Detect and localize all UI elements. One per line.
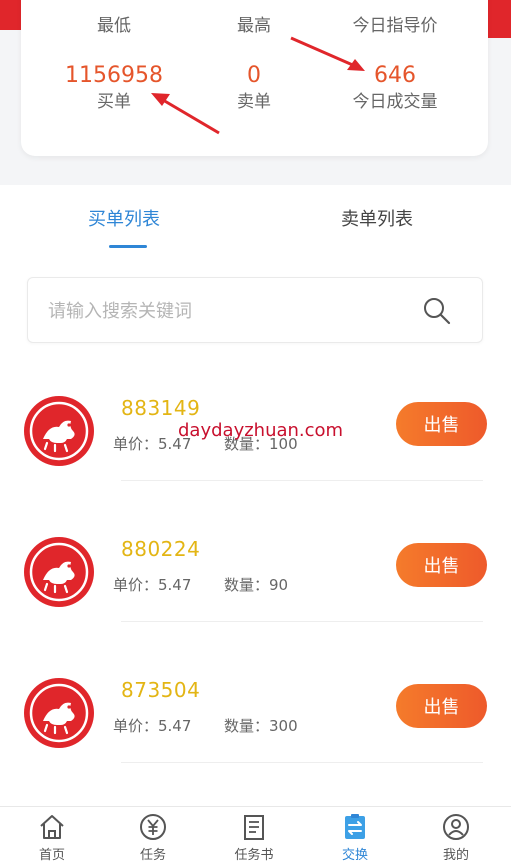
header-red-corner-right <box>487 0 511 38</box>
sell-count: 0 <box>247 63 261 88</box>
order-row: 880224 单价：5.47 数量：90 出售 <box>0 521 511 661</box>
watermark-text: daydayzhuan.com <box>178 420 344 441</box>
sell-button[interactable]: 出售 <box>396 684 487 728</box>
sell-button[interactable]: 出售 <box>396 402 487 446</box>
volume-label: 今日成交量 <box>352 92 438 112</box>
guide-price-label: 今日指导价 <box>352 16 438 36</box>
tab-sell-list[interactable]: 卖单列表 <box>341 205 413 231</box>
tabbar-label: 首页 <box>38 848 65 863</box>
search-input[interactable] <box>48 294 408 328</box>
tabbar-label: 我的 <box>442 848 469 863</box>
qilin-logo-icon <box>24 678 94 748</box>
row-divider <box>121 621 483 622</box>
order-code: 883149 <box>121 396 201 420</box>
stats-card: 最低 最高 今日指导价 1156958 买单 0 卖单 646 今日成交量 <box>21 0 488 156</box>
order-price: 单价：5.47 <box>113 717 192 735</box>
tabbar-label: 交换 <box>341 848 368 863</box>
order-row: 873504 单价：5.47 数量：300 出售 <box>0 662 511 802</box>
qilin-logo-icon <box>24 396 94 466</box>
tabbar-item-mine[interactable]: 我的 <box>416 807 496 864</box>
row-divider <box>121 762 483 763</box>
order-code: 880224 <box>121 537 201 561</box>
order-row: 883149 单价：5.47 数量：100 出售 <box>0 380 511 520</box>
order-price: 单价：5.47 <box>113 576 192 594</box>
tab-buy-list[interactable]: 买单列表 <box>88 205 160 231</box>
tab-active-indicator <box>109 245 147 248</box>
order-quantity: 数量：300 <box>224 717 298 735</box>
user-icon <box>443 814 469 840</box>
home-icon <box>40 815 64 839</box>
sell-label: 卖单 <box>237 92 271 112</box>
tabbar-item-tasks[interactable]: 任务 <box>113 807 193 864</box>
search-box <box>27 277 483 343</box>
book-icon <box>244 815 264 840</box>
order-list-panel: 买单列表 卖单列表 883149 单价：5.47 数量：100 出售 <box>0 185 511 806</box>
buy-label: 买单 <box>97 92 131 112</box>
volume-stat: 646 今日成交量 <box>315 62 475 114</box>
order-quantity: 数量：90 <box>224 576 289 594</box>
highest-label: 最高 <box>237 16 271 36</box>
tabbar-label: 任务书 <box>234 848 274 863</box>
tabbar-item-taskbook[interactable]: 任务书 <box>214 807 294 864</box>
bottom-tab-bar: 首页 任务 任务书 交换 我的 <box>0 806 511 864</box>
tabbar-label: 任务 <box>139 848 166 863</box>
order-code: 873504 <box>121 678 201 702</box>
sell-stat: 0 卖单 <box>174 62 334 114</box>
search-icon[interactable] <box>422 296 452 326</box>
header-red-corner-left <box>0 0 22 30</box>
exchange-icon <box>345 814 365 839</box>
lowest-label: 最低 <box>97 16 131 36</box>
sell-button[interactable]: 出售 <box>396 543 487 587</box>
buy-count: 1156958 <box>65 63 163 88</box>
row-divider <box>121 480 483 481</box>
yuan-icon <box>140 814 166 840</box>
tabbar-item-home[interactable]: 首页 <box>12 807 92 864</box>
volume-count: 646 <box>374 63 416 88</box>
buy-stat: 1156958 买单 <box>34 62 194 114</box>
tabbar-item-exchange[interactable]: 交换 <box>315 807 395 864</box>
qilin-logo-icon <box>24 537 94 607</box>
